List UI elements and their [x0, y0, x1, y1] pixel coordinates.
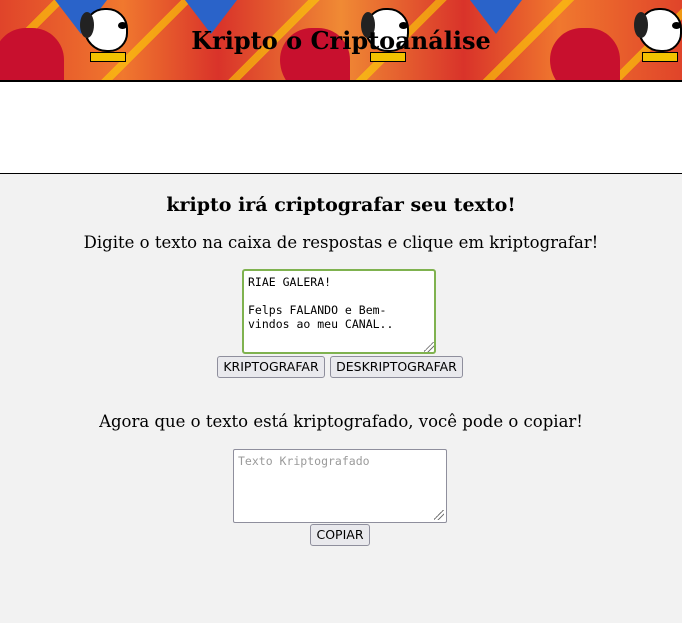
encrypt-button[interactable]: KRIPTOGRAFAR — [217, 356, 325, 378]
page-title: Kripto o Criptoanálise — [191, 26, 491, 55]
banner-spacer — [0, 82, 682, 174]
resize-grip-icon[interactable] — [434, 510, 444, 520]
instructions-text: Digite o texto na caixa de respostas e c… — [83, 233, 599, 252]
section-heading: kripto irá criptografar seu texto! — [166, 194, 516, 216]
header-banner: Kripto o Criptoanálise — [0, 0, 682, 82]
decrypt-button[interactable]: DESKRIPTOGRAFAR — [330, 356, 463, 378]
copy-instructions-text: Agora que o texto está kriptografado, vo… — [99, 412, 583, 431]
plaintext-input[interactable]: RIAE GALERA! Felps FALANDO e Bem- vindos… — [242, 269, 436, 354]
resize-grip-icon[interactable] — [424, 342, 434, 352]
copy-button[interactable]: COPIAR — [310, 524, 370, 546]
ciphertext-output[interactable]: Texto Kriptografado — [233, 449, 447, 523]
